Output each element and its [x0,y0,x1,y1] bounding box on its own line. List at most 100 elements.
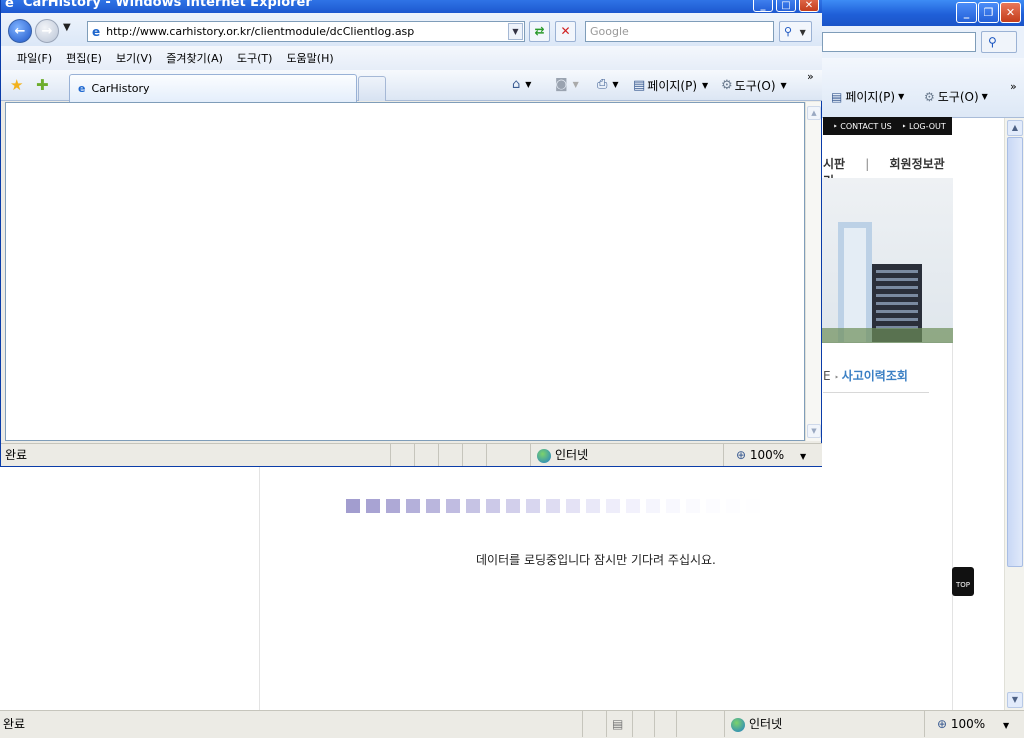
back-button[interactable]: ← [8,19,32,43]
scroll-down-icon[interactable]: ▼ [1007,692,1023,708]
chevron-down-icon: ▼ [612,80,619,89]
progress-square [526,499,540,513]
progress-square [486,499,500,513]
background-status-bar: 완료 ▤ 인터넷 ⊕ 100% ▼ [0,710,1024,738]
contact-us-link[interactable]: ‣ CONTACT US [833,122,892,131]
new-tab-button[interactable] [358,76,386,101]
star-icon[interactable]: ★ [10,76,23,94]
breadcrumb: E ‣ 사고이력조회 [823,367,929,393]
progress-square [426,499,440,513]
status-text: 완료 [5,448,28,462]
page-icon: ▤ [633,78,646,93]
chevron-down-icon: ▼ [525,80,532,89]
status-zone: 인터넷 [724,711,924,737]
logout-link[interactable]: ‣ LOG-OUT [902,122,946,131]
loading-message: 데이터를 로딩중입니다 잠시만 기다려 주십시요. [476,553,716,567]
tab-and-command-bar: ★ ✚ e CarHistory ⌂ ▼ ◙ ▼ ⎙ ▼ ▤ 페이지(P) ▼ ⚙ 도… [1,70,822,102]
maximize-button[interactable]: □ [776,0,796,12]
menu-favorites[interactable]: 즐겨찾기(A) [159,50,230,66]
stop-button[interactable]: ✕ [555,21,576,42]
menu-view[interactable]: 보기(V) [109,50,159,66]
feeds-button[interactable]: ◙ ▼ [555,77,579,92]
background-tools-menu[interactable]: ⚙ 도구(O) ▼ [924,88,988,105]
add-favorite-icon[interactable]: ✚ [36,76,49,94]
chevron-down-icon: ▼ [981,92,988,101]
ie-page-icon: e [92,24,101,39]
chevron-down-icon: ▼ [898,92,905,101]
toolbar-overflow-icon[interactable]: » [1010,80,1017,93]
scroll-up-icon[interactable]: ▲ [1007,120,1023,136]
menu-help[interactable]: 도움말(H) [279,50,340,66]
progress-square [626,499,640,513]
globe-icon [731,717,745,732]
home-button[interactable]: ⌂ ▼ [512,77,531,92]
breadcrumb-prefix: E [823,369,831,383]
ie-logo-icon: e [5,0,14,11]
ie-page-icon: e [78,82,86,95]
tools-menu[interactable]: ⚙ 도구(O) ▼ [721,77,787,94]
header-building-image [822,178,953,343]
menu-edit[interactable]: 편집(E) [59,50,109,66]
zoom-control[interactable]: ⊕ 100% ▼ [723,444,809,466]
popup-vertical-scrollbar[interactable]: ▲ ▼ [805,102,821,441]
tab-carhistory[interactable]: e CarHistory [69,74,357,102]
search-button[interactable]: ⚲ ▼ [779,21,812,42]
zone-label: 인터넷 [555,448,589,462]
recent-pages-dropdown[interactable]: ▼ [63,22,71,33]
url-dropdown-button[interactable]: ▼ [508,23,523,40]
minimize-button[interactable]: _ [753,0,773,12]
rss-icon: ◙ [555,77,568,92]
background-search-input[interactable] [822,32,976,52]
magnifier-icon: ⊕ [736,448,747,462]
print-button[interactable]: ⎙ ▼ [597,77,619,92]
popup-titlebar[interactable]: e CarHistory - Windows Internet Explorer… [1,0,822,13]
page-menu-label: 페이지(P) [845,90,896,104]
status-page-icon-cell: ▤ [606,711,632,737]
menu-item-board[interactable]: 시판 [823,157,845,171]
progress-square [726,499,740,513]
status-cell [654,711,676,737]
progress-square [746,499,760,513]
search-input[interactable]: Google [585,21,774,42]
background-page-menu[interactable]: ▤ 페이지(P) ▼ [831,88,904,105]
menu-file[interactable]: 파일(F) [10,50,59,66]
menu-tools[interactable]: 도구(T) [230,50,280,66]
magnifier-icon: ⊕ [937,717,948,731]
zoom-control[interactable]: ⊕ 100% ▼ [924,711,1024,737]
chevron-down-icon: ▼ [702,81,709,90]
url-input[interactable]: e http://www.carhistory.or.kr/clientmodu… [87,21,525,42]
zoom-value: 100% [749,448,785,462]
background-search-button[interactable]: ⚲ [981,31,1017,53]
progress-square [566,499,580,513]
scroll-up-icon[interactable]: ▲ [807,106,821,120]
tab-label: CarHistory [91,82,150,95]
close-button[interactable]: ✕ [1000,2,1021,23]
left-side-panel [0,466,260,710]
status-cell [486,444,530,466]
restore-button[interactable]: ❐ [978,2,999,23]
home-icon: ⌂ [512,77,521,92]
toolbar-overflow-icon[interactable]: » [807,70,814,83]
zoom-value: 100% [950,717,986,731]
scroll-to-top-button[interactable]: TOP [952,567,974,596]
status-cell [438,444,462,466]
minimize-button[interactable]: _ [956,2,977,23]
progress-square [706,499,720,513]
progress-square [586,499,600,513]
forward-button[interactable]: → [35,19,59,43]
page-menu[interactable]: ▤ 페이지(P) ▼ [633,77,708,94]
popup-address-bar: ← → ▼ e http://www.carhistory.or.kr/clie… [1,13,822,46]
refresh-button[interactable]: ⇄ [529,21,550,42]
arrow-left-icon: ← [14,24,26,39]
progress-square [606,499,620,513]
popup-status-bar: 완료 인터넷 ⊕ 100% ▼ [1,443,822,466]
progress-square [446,499,460,513]
tools-menu-label: 도구(O) [937,90,979,104]
building-illustration [822,222,953,343]
close-button[interactable]: ✕ [799,0,819,12]
scroll-down-icon[interactable]: ▼ [807,424,821,438]
zone-label: 인터넷 [749,717,783,731]
scroll-thumb[interactable] [1007,137,1023,567]
status-cell [582,711,606,737]
background-vertical-scrollbar[interactable]: ▲ ▼ [1004,118,1024,710]
